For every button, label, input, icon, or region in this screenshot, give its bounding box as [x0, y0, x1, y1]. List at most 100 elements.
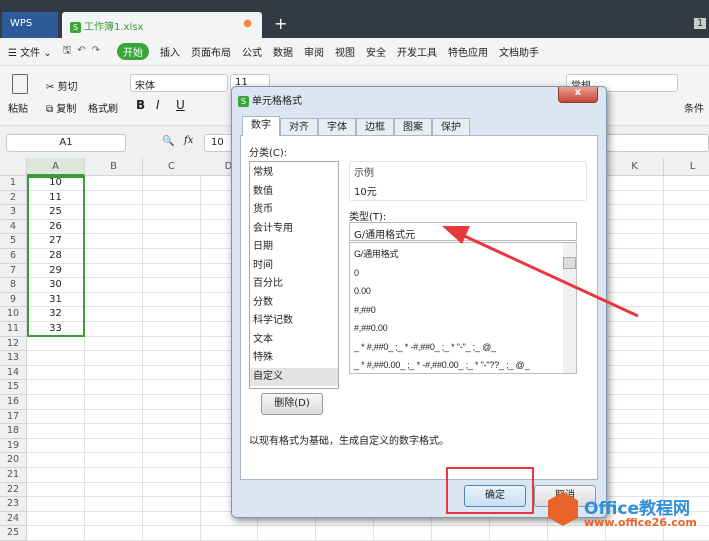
cell[interactable]: [664, 205, 709, 220]
cell[interactable]: [143, 351, 201, 366]
row-header[interactable]: 21: [0, 468, 27, 483]
type-item[interactable]: _ * #,##0_ ;_ * -#,##0_ ;_ * "-"_ ;_ @_: [350, 338, 562, 357]
row-header[interactable]: 15: [0, 380, 27, 395]
tab-font[interactable]: 字体: [318, 118, 356, 136]
cell[interactable]: [143, 322, 201, 337]
category-item[interactable]: 日期: [250, 238, 338, 257]
cell[interactable]: [143, 263, 201, 279]
row-header[interactable]: 24: [0, 511, 27, 527]
menu-data[interactable]: 数据: [273, 44, 293, 59]
cell[interactable]: [85, 365, 143, 381]
cell[interactable]: [143, 278, 201, 293]
menu-features[interactable]: 特色应用: [448, 44, 488, 59]
cell[interactable]: [606, 190, 664, 206]
copy-button[interactable]: ⧉ 复制: [46, 100, 76, 115]
cell[interactable]: [606, 205, 664, 220]
cell[interactable]: [606, 380, 664, 395]
cell[interactable]: [258, 526, 316, 541]
cell[interactable]: [664, 453, 709, 468]
cell[interactable]: [27, 526, 85, 541]
cell[interactable]: [85, 322, 143, 337]
delete-button[interactable]: 删除(D): [261, 393, 323, 415]
cell[interactable]: [27, 453, 85, 468]
cell[interactable]: [664, 380, 709, 395]
cell[interactable]: [606, 409, 664, 425]
cell[interactable]: [85, 497, 143, 512]
cell[interactable]: [143, 497, 201, 512]
cell[interactable]: [606, 351, 664, 366]
category-item[interactable]: 科学记数: [250, 312, 338, 331]
cell[interactable]: [85, 234, 143, 249]
cell[interactable]: [27, 395, 85, 410]
cell[interactable]: [27, 424, 85, 439]
new-tab-button[interactable]: +: [274, 14, 287, 33]
cell[interactable]: [85, 438, 143, 454]
category-item[interactable]: 分数: [250, 294, 338, 313]
column-header[interactable]: L: [664, 158, 709, 176]
cell[interactable]: [664, 191, 709, 206]
paste-button[interactable]: 粘贴: [8, 100, 28, 115]
cell[interactable]: [432, 526, 490, 541]
type-item[interactable]: _ * #,##0.00_ ;_ * -#,##0.00_ ;_ * "-"??…: [350, 356, 562, 375]
row-header[interactable]: 8: [0, 278, 27, 293]
cell[interactable]: [143, 234, 201, 249]
zoom-icon[interactable]: 🔍: [162, 136, 174, 147]
cell[interactable]: [664, 395, 709, 410]
cell[interactable]: [85, 190, 143, 206]
cell[interactable]: [143, 468, 201, 483]
cell[interactable]: [606, 395, 664, 410]
cell[interactable]: [27, 336, 85, 352]
cell[interactable]: [85, 219, 143, 235]
menu-doc-assistant[interactable]: 文档助手: [499, 44, 539, 59]
cell[interactable]: [85, 468, 143, 483]
cell[interactable]: [27, 468, 85, 483]
cell[interactable]: [143, 219, 201, 235]
cell[interactable]: [143, 526, 201, 541]
cell[interactable]: [143, 365, 201, 381]
menu-home[interactable]: 开始: [117, 43, 149, 60]
cell[interactable]: [85, 351, 143, 366]
cell[interactable]: [143, 336, 201, 352]
format-painter-button[interactable]: 格式刷: [88, 100, 118, 115]
cell[interactable]: [143, 292, 201, 308]
row-header[interactable]: 5: [0, 234, 27, 249]
bold-button[interactable]: B: [136, 98, 145, 112]
cell[interactable]: [85, 395, 143, 410]
row-header[interactable]: 9: [0, 292, 27, 308]
cell[interactable]: [27, 365, 85, 381]
cell[interactable]: [143, 249, 201, 264]
menu-page-layout[interactable]: 页面布局: [191, 44, 231, 59]
underline-button[interactable]: U: [176, 98, 185, 112]
cell[interactable]: [143, 438, 201, 454]
column-header[interactable]: B: [85, 158, 143, 176]
cell[interactable]: [27, 482, 85, 498]
cell[interactable]: [27, 438, 85, 454]
menu-insert[interactable]: 插入: [160, 44, 180, 59]
menu-view[interactable]: 视图: [335, 44, 355, 59]
cell[interactable]: [85, 511, 143, 527]
cell[interactable]: [85, 292, 143, 308]
fx-button[interactable]: fx: [184, 135, 193, 146]
row-header[interactable]: 7: [0, 263, 27, 279]
row-header[interactable]: 22: [0, 482, 27, 498]
cell[interactable]: [664, 424, 709, 439]
category-item[interactable]: 会计专用: [250, 220, 338, 239]
cell[interactable]: [143, 409, 201, 425]
cell[interactable]: [85, 409, 143, 425]
cell[interactable]: [490, 526, 548, 541]
cell[interactable]: [143, 453, 201, 468]
row-header[interactable]: 25: [0, 526, 27, 541]
category-item[interactable]: 时间: [250, 257, 338, 276]
cell[interactable]: [143, 511, 201, 527]
cell[interactable]: [664, 366, 709, 381]
tab-pattern[interactable]: 图案: [394, 118, 432, 136]
row-header[interactable]: 3: [0, 205, 27, 220]
cut-button[interactable]: ✂ 剪切: [46, 78, 78, 93]
row-header[interactable]: 2: [0, 190, 27, 206]
category-item[interactable]: 常规: [250, 164, 338, 183]
cell[interactable]: [606, 438, 664, 454]
cell[interactable]: [143, 380, 201, 395]
cell[interactable]: [85, 278, 143, 293]
cell[interactable]: [27, 351, 85, 366]
cell[interactable]: [664, 234, 709, 249]
